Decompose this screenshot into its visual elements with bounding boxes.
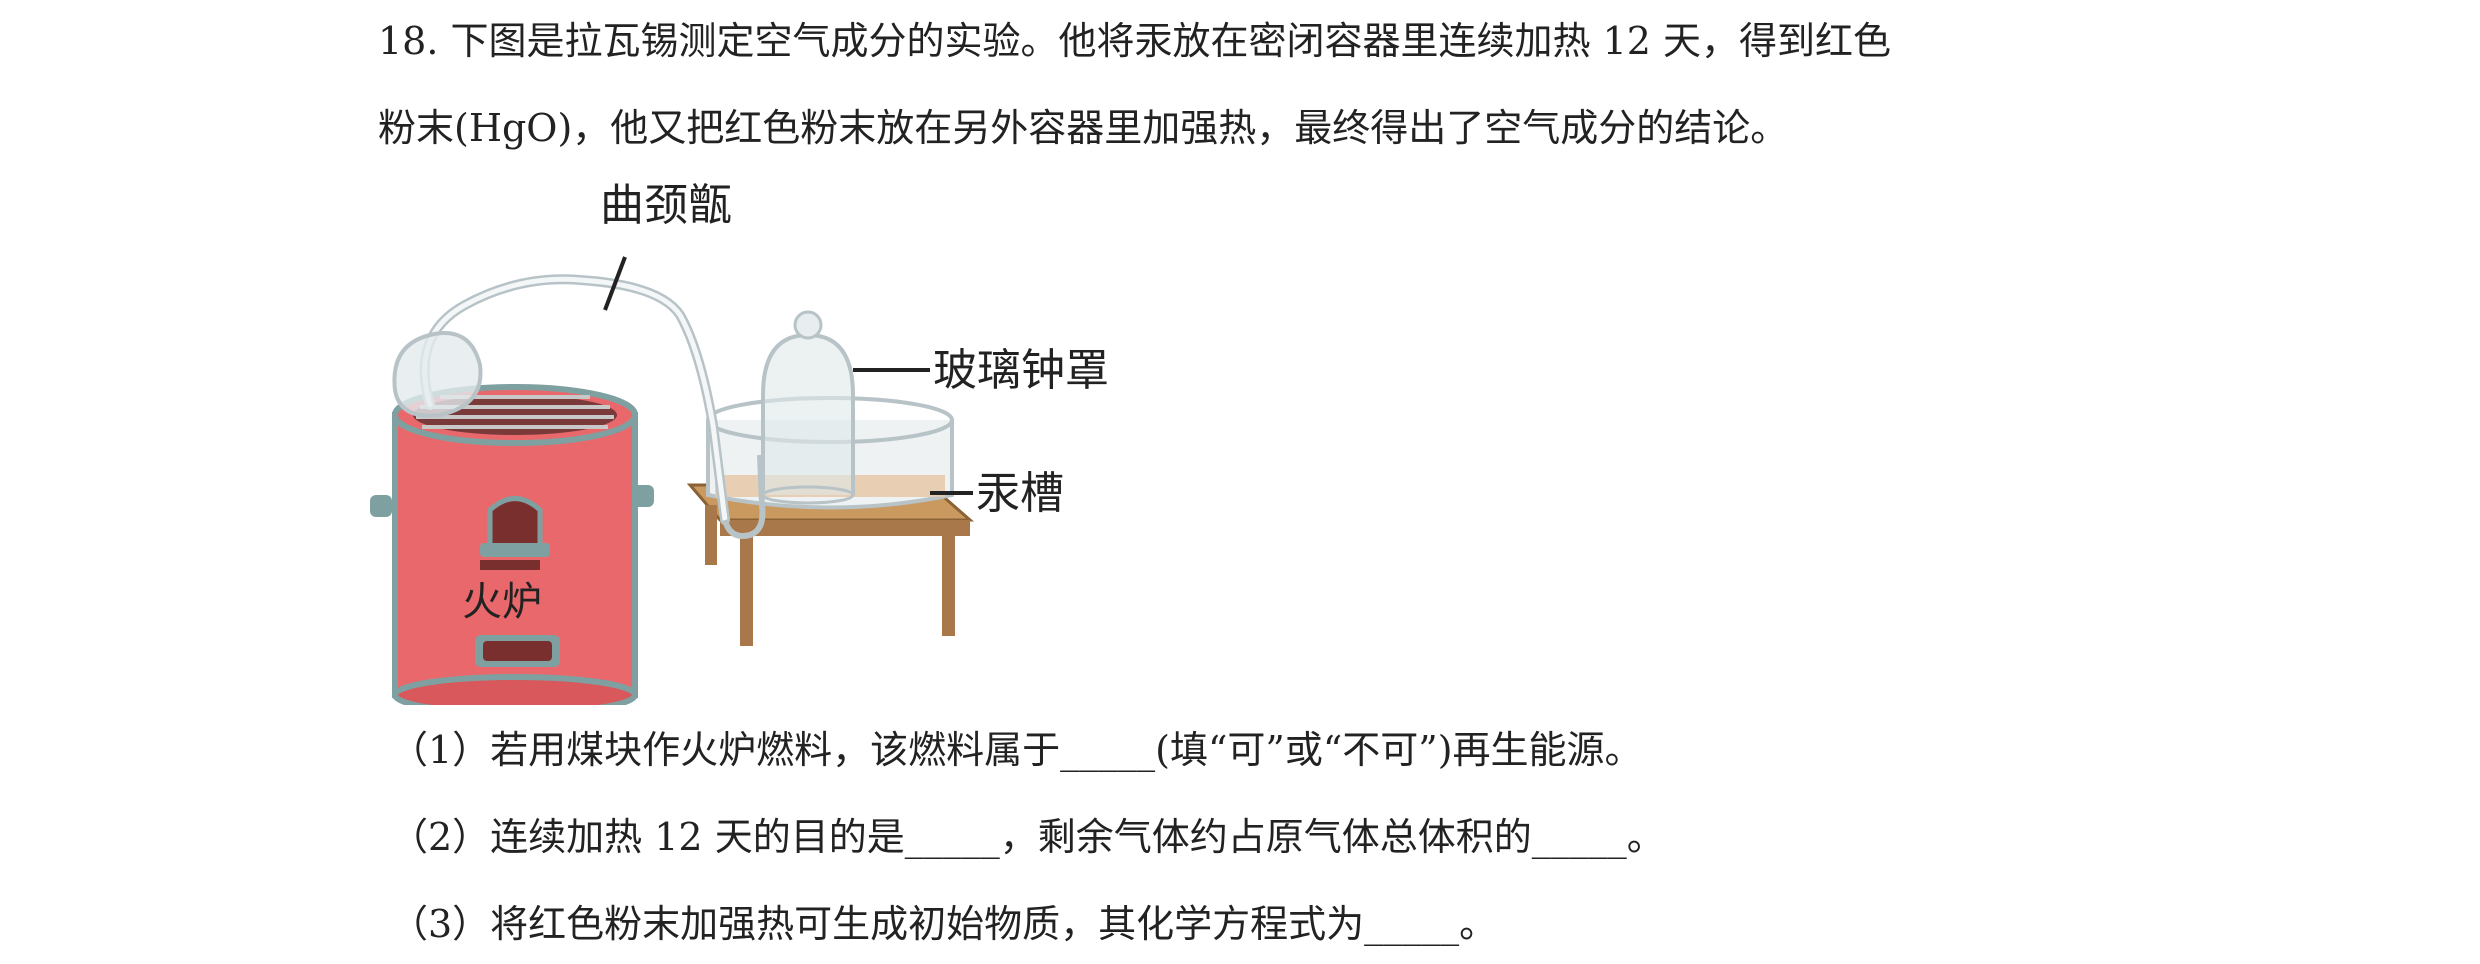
question-stem-line-2: 粉末(HgO)，他又把红色粉末放在另外容器里加强热，最终得出了空气成分的结论。 bbox=[378, 106, 1789, 150]
retort-label: 曲颈甑 bbox=[600, 180, 732, 231]
furnace-label: 火炉 bbox=[462, 579, 542, 625]
bell-jar bbox=[761, 310, 855, 505]
question-stem-line-1: 18. 下图是拉瓦锡测定空气成分的实验。他将汞放在密闭容器里连续加热 12 天，… bbox=[378, 19, 1892, 63]
bell-jar-label: 玻璃钟罩 bbox=[933, 345, 1109, 396]
subquestion-2: （2）连续加热 12 天的目的是_____，剩余气体约占原气体总体积的_____… bbox=[390, 815, 1665, 859]
subquestion-3: （3）将红色粉末加强热可生成初始物质，其化学方程式为_____。 bbox=[390, 902, 1498, 946]
lavoisier-experiment-diagram: 火炉 曲颈甑 玻璃钟罩 汞槽 bbox=[370, 175, 1130, 705]
mercury-trough-label: 汞槽 bbox=[976, 468, 1064, 519]
subquestion-1: （1）若用煤块作火炉燃料，该燃料属于_____(填“可”或“不可”)再生能源。 bbox=[390, 728, 1643, 772]
furnace: 火炉 bbox=[370, 384, 654, 705]
